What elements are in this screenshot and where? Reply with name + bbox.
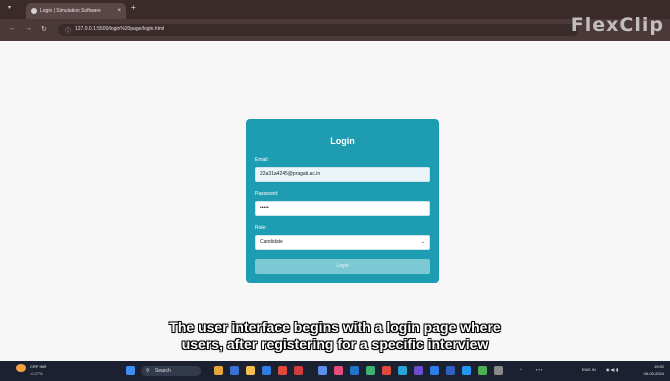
site-info-icon[interactable]: ⓘ [65,26,71,35]
search-label: Search [155,368,171,374]
caption-line-2: users, after registering for a specific … [181,336,489,352]
app-icon[interactable] [350,366,359,375]
reload-icon[interactable]: ↻ [41,25,47,33]
clock-time[interactable]: 19:52 [654,364,664,369]
taskbar-search[interactable]: ⚲ Search [141,366,201,376]
language-indicator[interactable]: ENG IN [582,367,596,372]
app-icon[interactable] [294,366,303,375]
app-icon[interactable] [278,366,287,375]
network-volume-icons[interactable]: ◉ ◀) ▮ [606,367,618,372]
browser-tab[interactable]: Login | Simulation Software × [26,3,126,19]
password-label: Password: [255,191,279,197]
weather-subtitle: -0.27% [30,371,43,376]
tab-list-icon[interactable]: ▾ [8,4,11,11]
email-label: Email: [255,157,269,163]
address-bar[interactable]: ⓘ 127.0.0.1:5500/login%20page/login.html [58,24,578,36]
app-icon[interactable] [430,366,439,375]
login-button[interactable]: Login [255,259,430,274]
favicon-icon [31,8,37,14]
app-icon[interactable] [366,366,375,375]
url-text: 127.0.0.1:5500/login%20page/login.html [75,26,165,32]
start-icon[interactable] [126,366,135,375]
back-icon[interactable]: ← [9,25,16,32]
tab-close-icon[interactable]: × [117,3,121,19]
browser-toolbar: ← → ↻ ⓘ 127.0.0.1:5500/login%20page/logi… [0,19,670,41]
password-field[interactable]: ••••• [255,201,430,216]
video-caption: The user interface begins with a login p… [0,319,670,353]
file-explorer-icon[interactable] [246,366,255,375]
app-icon[interactable] [334,366,343,375]
chevron-down-icon: ⌄ [420,239,425,245]
role-selected-value: Candidate [260,239,283,245]
chrome-icon[interactable] [478,366,487,375]
watermark-logo: FlexClip [570,14,664,36]
app-icon[interactable] [318,366,327,375]
role-select[interactable]: Candidate ⌄ [255,235,430,250]
app-icon[interactable] [230,366,239,375]
weather-title: CRP INR [30,364,47,369]
weather-icon[interactable] [16,364,26,372]
search-icon: ⚲ [146,368,150,374]
caption-line-1: The user interface begins with a login p… [169,319,501,335]
login-title: Login [330,136,355,146]
app-icon[interactable] [414,366,423,375]
forward-icon[interactable]: → [25,25,32,32]
vscode-icon[interactable] [446,366,455,375]
edge-icon[interactable] [262,366,271,375]
login-card: Login Email: 22a31a4245@pragati.ac.in Pa… [246,119,439,283]
clock-date[interactable]: 06-09-2024 [644,371,664,376]
taskbar: CRP INR -0.27% ⚲ Search ^ ▪ ▪ ▪ ENG IN ◉… [0,361,670,381]
app-icon[interactable] [462,366,471,375]
new-tab-button[interactable]: + [131,3,136,12]
app-icon[interactable] [214,366,223,375]
email-field[interactable]: 22a31a4245@pragati.ac.in [255,167,430,182]
tray-icons[interactable]: ▪ ▪ ▪ [536,367,542,372]
tab-title: Login | Simulation Software [40,8,101,14]
browser-tabstrip: ▾ Login | Simulation Software × + [0,0,670,19]
app-icon[interactable] [382,366,391,375]
app-icon[interactable] [398,366,407,375]
app-icon[interactable] [494,366,503,375]
tray-chevron-icon[interactable]: ^ [520,367,522,372]
role-label: Role: [255,225,267,231]
